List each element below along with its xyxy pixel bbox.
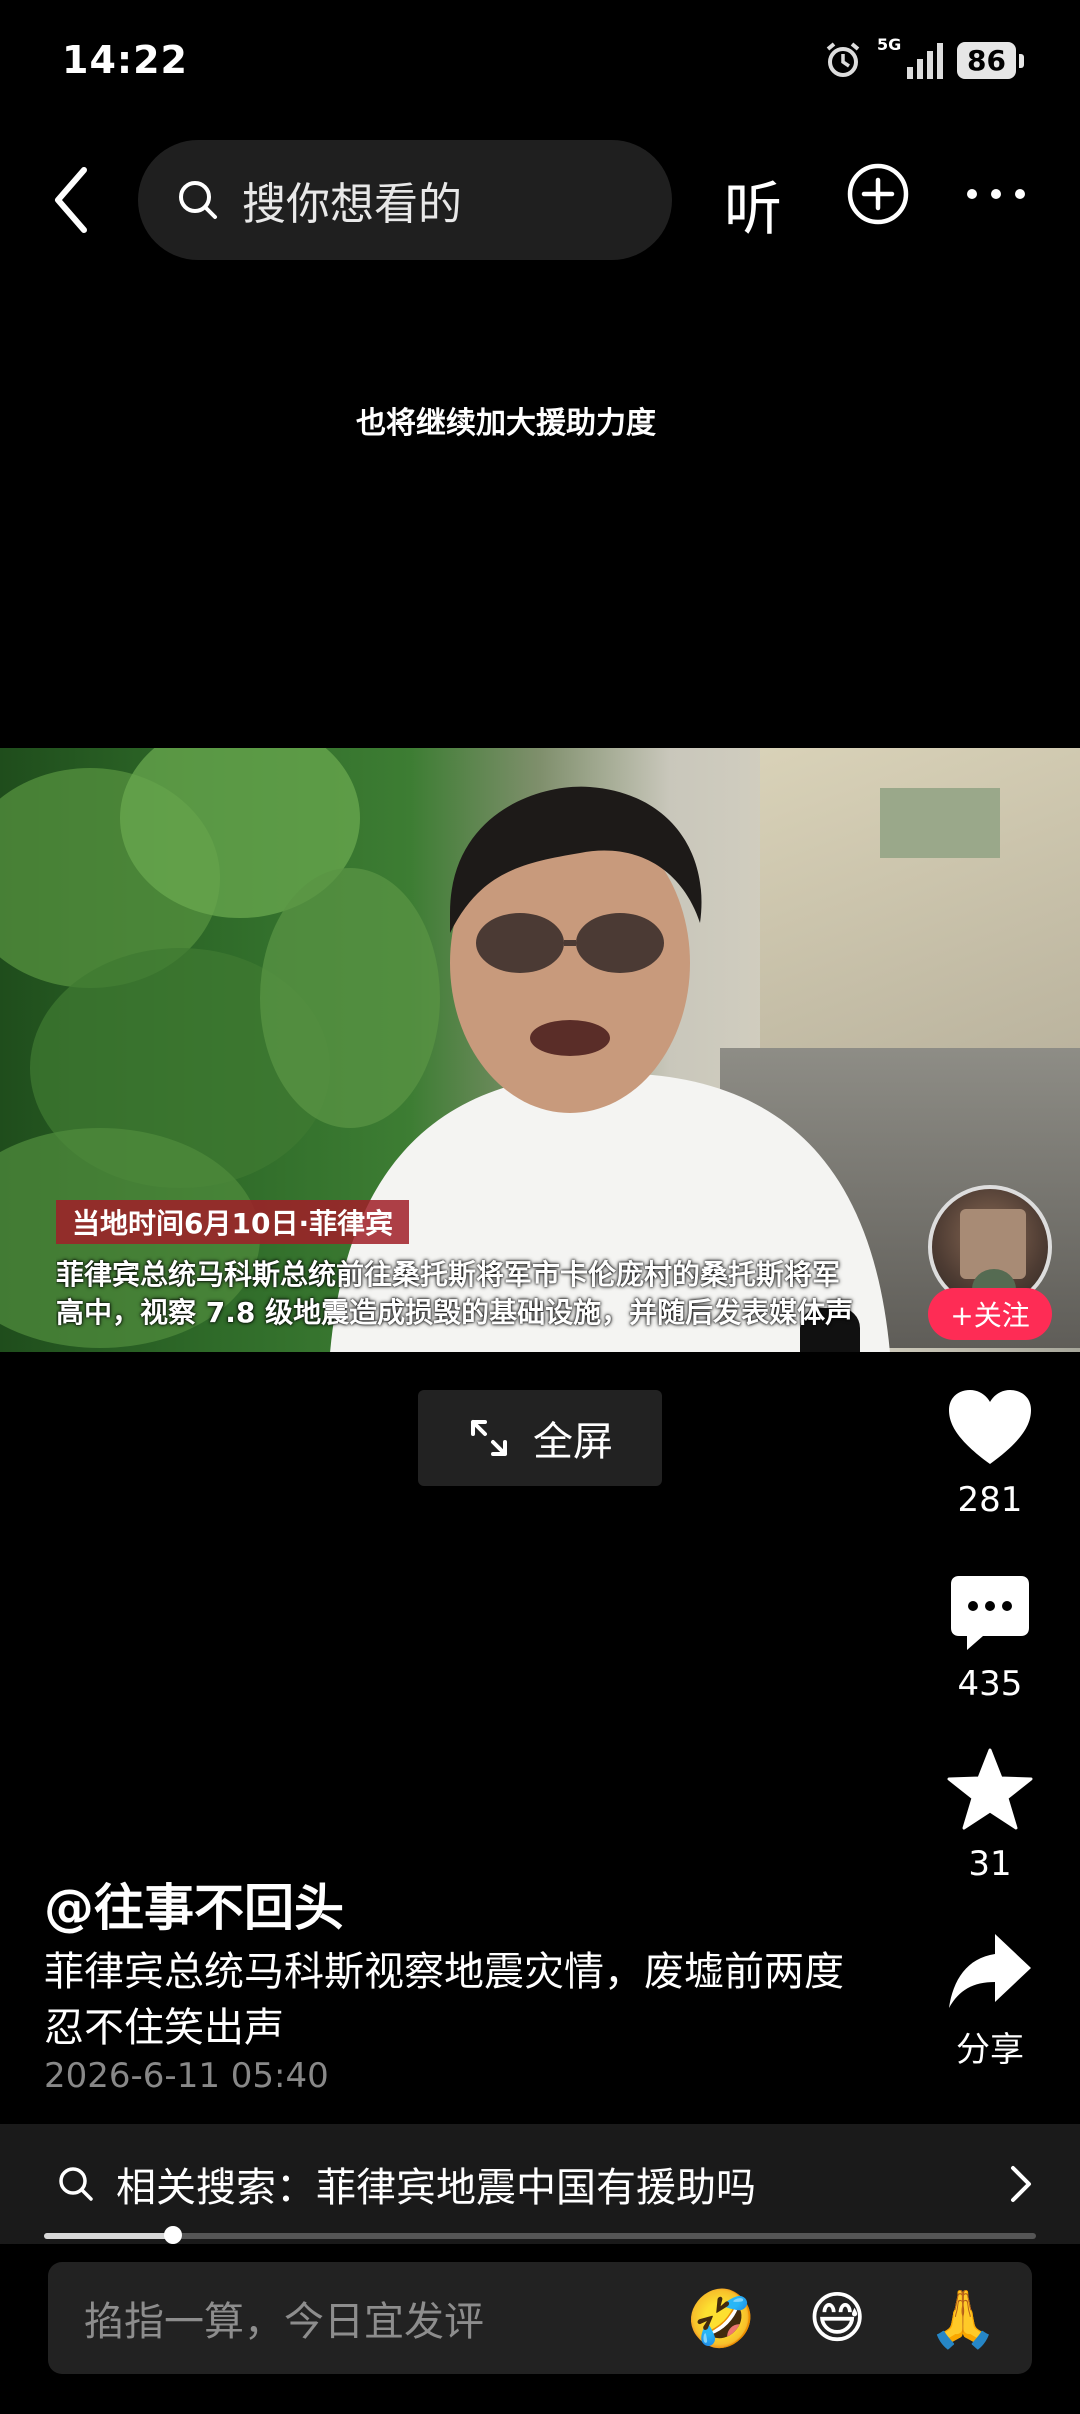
status-icons: 5G 86 <box>823 35 1024 80</box>
favorite-count: 31 <box>968 1844 1012 1884</box>
battery-indicator: 86 <box>957 41 1024 79</box>
share-button[interactable]: 分享 <box>940 1930 1040 2071</box>
share-icon <box>949 1934 1031 2008</box>
like-count: 281 <box>957 1480 1023 1520</box>
search-bar[interactable]: 搜你想看的 <box>138 140 672 260</box>
expand-icon <box>471 1420 507 1456</box>
search-icon <box>59 2167 93 2201</box>
chevron-right-icon <box>1011 2166 1031 2202</box>
video-location-tag: 当地时间6月10日·菲律宾 <box>56 1200 410 1244</box>
network-type: 5G <box>877 35 902 54</box>
comment-icon <box>951 1576 1029 1650</box>
follow-button[interactable]: +关注 <box>928 1288 1052 1340</box>
emoji-laugh-button[interactable]: 🤣 <box>686 2286 756 2352</box>
search-icon <box>179 181 217 219</box>
favorite-button[interactable]: 31 <box>940 1748 1040 1884</box>
search-placeholder: 搜你想看的 <box>242 179 462 230</box>
like-button[interactable]: 281 <box>940 1388 1040 1520</box>
fullscreen-label: 全屏 <box>533 1419 613 1465</box>
related-search-text: 相关搜索：菲律宾地震中国有援助吗 <box>116 2165 756 2211</box>
comment-button[interactable]: 435 <box>940 1574 1040 1704</box>
fullscreen-button[interactable]: 全屏 <box>418 1390 662 1486</box>
star-icon <box>947 1748 1033 1830</box>
add-icon[interactable] <box>846 162 910 226</box>
video-caption: 也将继续加大援助力度 <box>356 406 656 441</box>
emoji-pray-button[interactable]: 🙏 <box>928 2286 998 2352</box>
comment-placeholder: 掐指一算，今日宜发评 <box>84 2299 484 2345</box>
emoji-sweat-button[interactable]: 😅 <box>808 2286 866 2351</box>
post-description[interactable]: 菲律宾总统马科斯视察地震灾情，废墟前两度忍不住笑出声 <box>44 1944 844 2056</box>
video-subtitle: 菲律宾总统马科斯总统前往桑托斯将军市卡伦庞村的桑托斯将军 高中，视察 7.8 级… <box>56 1256 936 1332</box>
comment-input[interactable]: 掐指一算，今日宜发评 <box>48 2262 1032 2374</box>
progress-handle[interactable] <box>163 2226 182 2244</box>
subtitle-line-1: 菲律宾总统马科斯总统前往桑托斯将军市卡伦庞村的桑托斯将军 <box>56 1258 841 1291</box>
signal-icon: 5G <box>877 35 944 79</box>
progress-fill <box>44 2233 173 2239</box>
share-label: 分享 <box>956 2030 1024 2070</box>
comment-count: 435 <box>957 1664 1023 1704</box>
alarm-icon <box>826 42 860 77</box>
heart-icon <box>949 1390 1031 1464</box>
author-name[interactable]: @往事不回头 <box>44 1868 344 1940</box>
subtitle-line-2: 高中，视察 7.8 级地震造成损毁的基础设施，并随后发表媒体声 <box>56 1296 854 1329</box>
back-button[interactable] <box>44 160 104 240</box>
more-icon[interactable] <box>964 186 1028 202</box>
post-date: 2026-6-11 05:40 <box>44 2056 329 2096</box>
related-search-bar[interactable]: 相关搜索：菲律宾地震中国有援助吗 <box>0 2124 1080 2244</box>
listen-button[interactable]: 听 <box>724 162 782 246</box>
status-time: 14:22 <box>62 38 188 82</box>
progress-track[interactable] <box>44 2233 1036 2239</box>
